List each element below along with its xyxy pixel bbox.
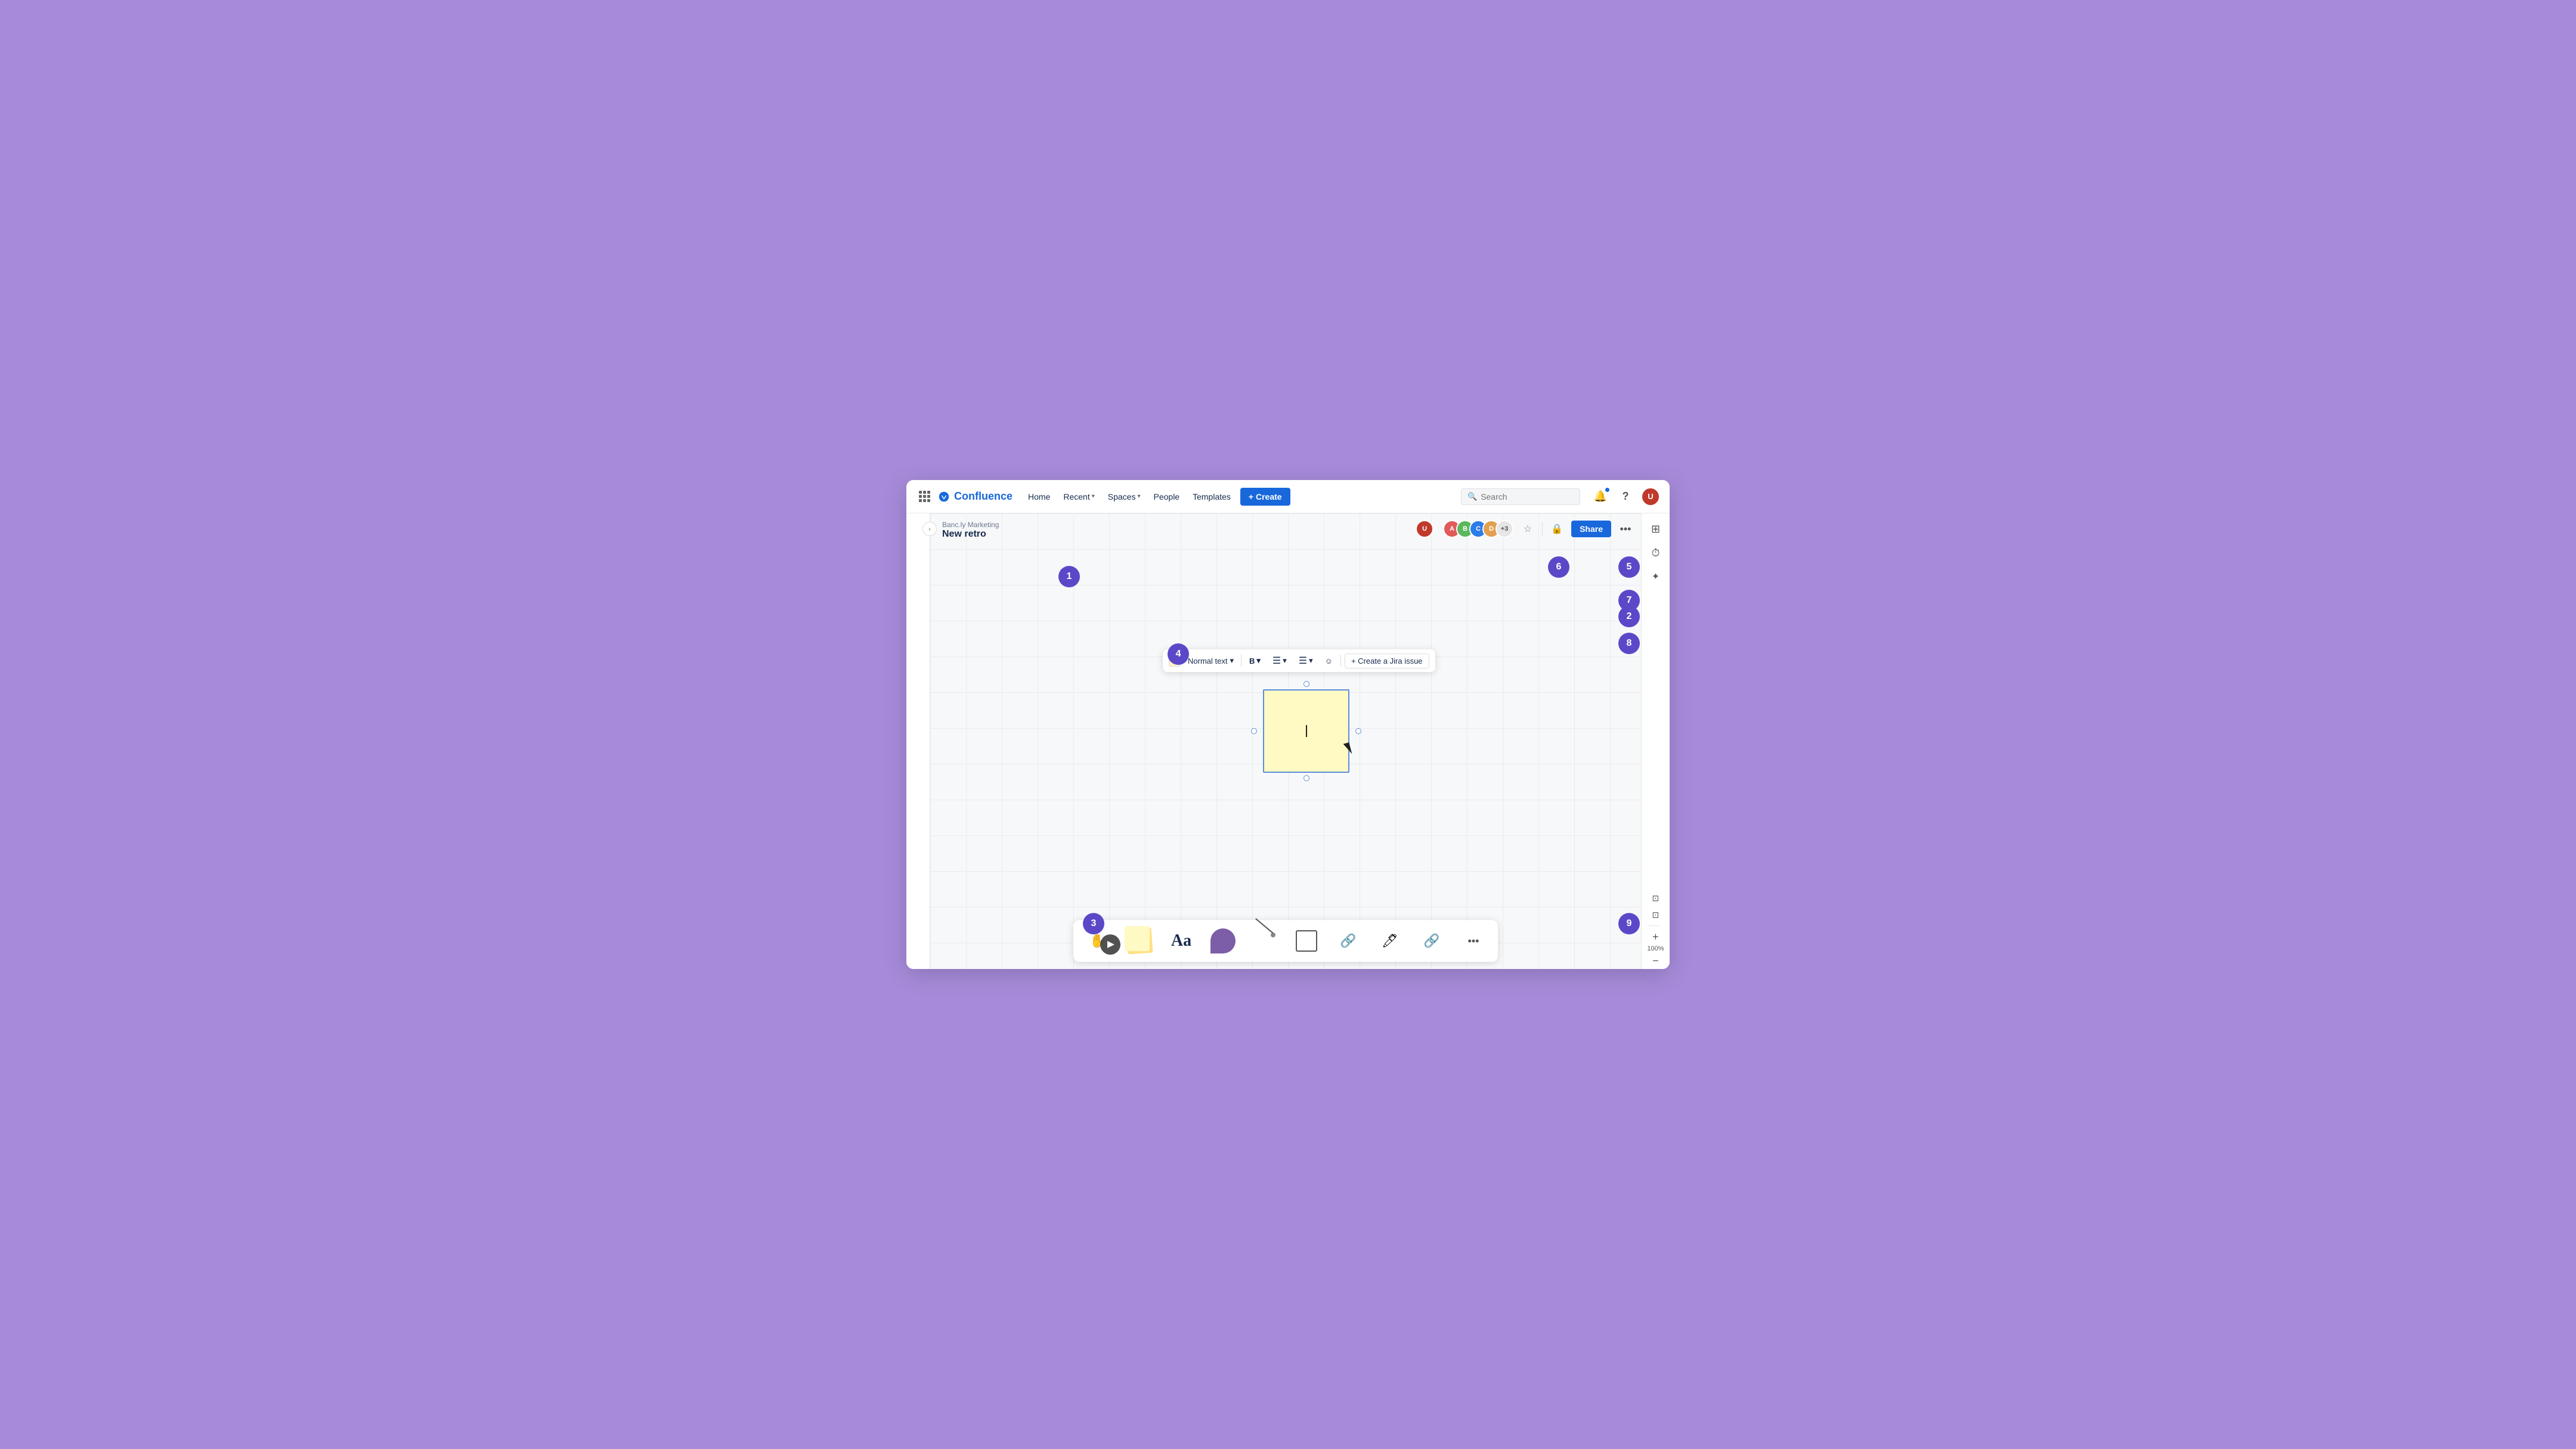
line-icon — [1252, 928, 1278, 954]
grid-icon[interactable] — [916, 488, 933, 505]
nav-recent[interactable]: Recent ▾ — [1057, 488, 1100, 505]
nav-spaces[interactable]: Spaces ▾ — [1102, 488, 1147, 505]
text-style-selector[interactable]: Normal text ▾ — [1184, 654, 1237, 667]
search-icon: 🔍 — [1467, 492, 1477, 501]
create-button[interactable]: + Create — [1240, 488, 1290, 506]
sidebar-toggle[interactable]: › — [922, 522, 937, 536]
canvas-area[interactable]: U A B C D +3 ☆ 🔒 Share ••• Banc.ly Marke… — [930, 513, 1641, 969]
avatar-stack: A B C D +3 — [1443, 520, 1513, 538]
stamp-icon: 🖊 — [1382, 933, 1398, 949]
lock-button[interactable]: 🔒 — [1547, 519, 1566, 538]
line-tool[interactable] — [1244, 921, 1286, 961]
play-button[interactable] — [1100, 934, 1120, 955]
divider — [1542, 522, 1543, 536]
search-input[interactable] — [1481, 492, 1574, 501]
create-jira-button[interactable]: + Create a Jira issue — [1345, 654, 1429, 668]
avatar-count: +3 — [1496, 520, 1513, 538]
table-panel-button[interactable]: ⊞ — [1645, 518, 1667, 540]
help-button[interactable]: ? — [1616, 487, 1635, 506]
nav-links: Home Recent ▾ Spaces ▾ People Templates … — [1022, 488, 1290, 506]
zoom-selection-button[interactable]: ⊡ — [1647, 906, 1664, 923]
right-panel: ⊞ ⏱ ✦ ⊡ ⊡ + 100% − — [1641, 513, 1670, 969]
align-chevron: ▾ — [1309, 656, 1313, 665]
text-style-chevron: ▾ — [1230, 656, 1234, 665]
nav-people[interactable]: People — [1148, 488, 1186, 505]
share-button[interactable]: Share — [1571, 521, 1611, 537]
resize-handle-right[interactable] — [1355, 728, 1361, 734]
canvas-header-right: U A B C D +3 ☆ 🔒 Share ••• — [1416, 519, 1635, 538]
separator-2 — [1340, 655, 1341, 667]
nav-templates[interactable]: Templates — [1187, 488, 1237, 505]
list-chevron: ▾ — [1283, 656, 1287, 665]
frame-tool[interactable] — [1286, 921, 1327, 961]
nav-home[interactable]: Home — [1022, 488, 1056, 505]
link-icon: 🔗 — [1423, 933, 1439, 949]
more-tools-button[interactable]: ••• — [1453, 921, 1494, 961]
more-icon: ••• — [1468, 935, 1479, 948]
sticky-note[interactable] — [1263, 689, 1349, 773]
smartlink-icon: 🔗 — [1340, 933, 1356, 949]
zoom-out-button[interactable]: − — [1647, 952, 1664, 969]
emoji-button[interactable]: ☺ — [1321, 655, 1337, 667]
bold-chevron: ▾ — [1256, 656, 1261, 665]
zoom-level-display: 100% — [1647, 945, 1664, 952]
main-content: › U A B C D +3 ☆ 🔒 Share • — [906, 513, 1670, 969]
sidebar: › — [906, 513, 930, 969]
smartlink-tool[interactable]: 🔗 — [1327, 921, 1369, 961]
bold-button[interactable]: B ▾ — [1245, 654, 1265, 667]
divider — [1647, 925, 1661, 926]
breadcrumb: Banc.ly Marketing New retro — [942, 521, 999, 540]
user-avatar[interactable]: U — [1641, 487, 1660, 506]
frame-icon — [1296, 930, 1317, 952]
recent-chevron: ▾ — [1092, 493, 1095, 500]
star-button[interactable]: ☆ — [1518, 519, 1537, 538]
logo-text: Confluence — [954, 490, 1013, 503]
breadcrumb-title: New retro — [942, 529, 999, 540]
color-swatch[interactable] — [1169, 655, 1181, 667]
fit-frame-button[interactable]: ⊡ — [1647, 890, 1664, 906]
zoom-section: ⊡ ⊡ + 100% − — [1647, 890, 1664, 969]
text-icon: Aa — [1171, 931, 1191, 950]
shape-tool[interactable] — [1202, 921, 1244, 961]
floating-toolbar: Normal text ▾ B ▾ ☰ ▾ ☰ ▾ ☺ — [1163, 649, 1435, 672]
nav-right: 🔔 ? U — [1591, 487, 1660, 506]
viewer-avatar: U — [1416, 520, 1433, 538]
list-button[interactable]: ☰ ▾ — [1268, 653, 1291, 668]
star-panel-button[interactable]: ✦ — [1645, 566, 1667, 587]
zoom-in-button[interactable]: + — [1647, 928, 1664, 945]
notification-bell-button[interactable]: 🔔 — [1591, 487, 1610, 506]
spaces-chevron: ▾ — [1137, 493, 1140, 500]
text-tool[interactable]: Aa — [1160, 921, 1202, 961]
align-button[interactable]: ☰ ▾ — [1295, 653, 1317, 668]
link-tool[interactable]: 🔗 — [1411, 921, 1453, 961]
resize-handle-bottom[interactable] — [1304, 775, 1309, 781]
app-window: Confluence Home Recent ▾ Spaces ▾ People… — [906, 480, 1670, 969]
stamp-tool[interactable]: 🖊 — [1369, 921, 1411, 961]
navbar: Confluence Home Recent ▾ Spaces ▾ People… — [906, 480, 1670, 513]
text-cursor — [1306, 725, 1307, 737]
resize-handle-left[interactable] — [1251, 728, 1257, 734]
more-options-button[interactable]: ••• — [1616, 519, 1635, 538]
search-box[interactable]: 🔍 — [1461, 488, 1580, 505]
play-icon — [1107, 941, 1114, 948]
sticky-note-icon — [1125, 926, 1154, 956]
breadcrumb-parent: Banc.ly Marketing — [942, 521, 999, 529]
sticky-note-tool[interactable] — [1119, 921, 1160, 961]
bottom-toolbar: ✋ Aa — [1073, 920, 1498, 962]
clock-panel-button[interactable]: ⏱ — [1645, 542, 1667, 564]
logo[interactable]: Confluence — [937, 490, 1013, 503]
resize-handle-top[interactable] — [1304, 681, 1309, 687]
shape-icon — [1210, 928, 1236, 953]
